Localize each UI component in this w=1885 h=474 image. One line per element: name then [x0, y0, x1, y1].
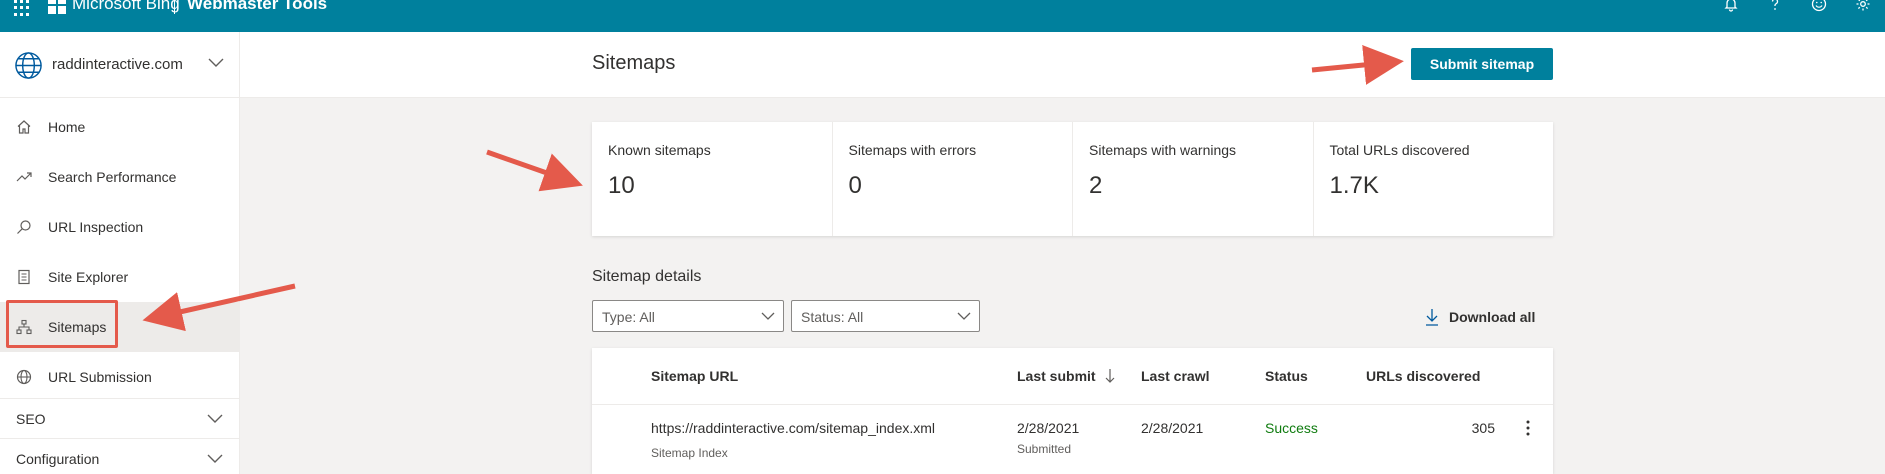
page-header [240, 32, 1885, 98]
column-header-last-submit[interactable]: Last submit [1017, 368, 1115, 384]
download-all-label: Download all [1449, 309, 1536, 325]
sidebar-item-label: Home [48, 119, 86, 135]
stat-total-urls-discovered: Total URLs discovered 1.7K [1314, 122, 1554, 236]
column-header-sitemap-url[interactable]: Sitemap URL [651, 368, 738, 384]
globe-icon [15, 368, 33, 386]
status-filter-dropdown[interactable]: Status: All [791, 300, 980, 332]
dropdown-value: Type: All [602, 309, 655, 325]
stat-label: Sitemaps with errors [848, 142, 977, 158]
sidebar-group-label: Configuration [16, 450, 100, 467]
gear-icon[interactable] [1841, 0, 1885, 14]
stats-panel: Known sitemaps 10 Sitemaps with errors 0… [592, 122, 1553, 236]
sitemap-url-link[interactable]: https://raddinteractive.com/sitemap_inde… [651, 420, 935, 436]
smiley-icon[interactable] [1797, 0, 1841, 14]
sidebar-group-configuration[interactable]: Configuration [0, 438, 240, 474]
section-title: Sitemap details [592, 268, 702, 285]
chevron-down-icon [207, 454, 223, 463]
sidebar-group-seo[interactable]: SEO [0, 398, 240, 438]
annotation-highlight-box [6, 300, 118, 348]
download-all-button[interactable]: Download all [1425, 308, 1535, 326]
submit-note: Submitted [1017, 442, 1072, 456]
microsoft-logo-icon [48, 0, 66, 14]
search-icon [15, 218, 33, 236]
more-options-icon[interactable] [1526, 420, 1530, 436]
help-icon[interactable] [1753, 0, 1797, 14]
brand-name[interactable]: Microsoft Bing [72, 0, 180, 14]
submit-sitemap-button[interactable]: Submit sitemap [1411, 48, 1553, 80]
top-bar: Microsoft Bing Webmaster Tools [0, 0, 1885, 32]
document-icon [15, 268, 33, 286]
home-icon [15, 118, 33, 136]
stat-label: Known sitemaps [608, 142, 711, 158]
sidebar-item-search-performance[interactable]: Search Performance [0, 152, 240, 202]
sidebar-item-url-submission[interactable]: URL Submission [0, 352, 240, 402]
stat-label: Sitemaps with warnings [1089, 142, 1237, 158]
sidebar-item-home[interactable]: Home [0, 102, 240, 152]
sitemap-type: Sitemap Index [651, 446, 728, 460]
sidebar-item-site-explorer[interactable]: Site Explorer [0, 252, 240, 302]
globe-icon [15, 52, 42, 79]
chevron-down-icon[interactable] [208, 58, 224, 68]
stat-label: Total URLs discovered [1329, 142, 1470, 158]
sidebar-group-label: SEO [16, 410, 46, 427]
column-header-label: Last submit [1017, 368, 1096, 384]
stat-value: 0 [848, 172, 862, 199]
brand-divider [174, 0, 175, 14]
top-icons [1709, 0, 1885, 14]
trend-icon [15, 168, 33, 186]
chevron-down-icon [207, 414, 223, 423]
stat-known-sitemaps: Known sitemaps 10 [592, 122, 833, 236]
sitemap-table: Sitemap URL Last submit Last crawl Statu… [592, 348, 1553, 474]
app-launcher-icon[interactable] [14, 0, 30, 16]
stat-value: 10 [608, 172, 635, 199]
arrow-to-known-sitemaps [486, 149, 583, 192]
stat-value: 2 [1089, 172, 1103, 199]
sidebar-item-label: Search Performance [48, 169, 177, 185]
last-crawl-date: 2/28/2021 [1141, 420, 1204, 436]
sidebar-item-url-inspection[interactable]: URL Inspection [0, 202, 240, 252]
urls-discovered-count: 305 [1471, 420, 1495, 436]
site-name: raddinteractive.com [52, 56, 183, 73]
site-selector[interactable]: raddinteractive.com [0, 32, 240, 98]
sidebar-item-label: URL Submission [48, 369, 152, 385]
stat-sitemaps-with-warnings: Sitemaps with warnings 2 [1073, 122, 1314, 236]
bell-icon[interactable] [1709, 0, 1753, 14]
sidebar-item-label: URL Inspection [48, 219, 144, 235]
status-badge: Success [1265, 420, 1318, 436]
column-header-last-crawl[interactable]: Last crawl [1141, 368, 1209, 384]
sidebar: raddinteractive.com Home Search Performa… [0, 32, 240, 474]
table-divider [592, 404, 1553, 405]
stat-sitemaps-with-errors: Sitemaps with errors 0 [833, 122, 1073, 236]
stat-value: 1.7K [1329, 172, 1379, 199]
download-icon [1426, 309, 1438, 326]
page-title: Sitemaps [592, 52, 676, 74]
chevron-down-icon [761, 312, 775, 320]
sort-arrow-down-icon [1106, 369, 1115, 383]
column-header-urls-discovered[interactable]: URLs discovered [1366, 368, 1480, 384]
chevron-down-icon [957, 312, 971, 320]
sidebar-item-label: Site Explorer [48, 269, 129, 285]
dropdown-value: Status: All [801, 309, 864, 325]
type-filter-dropdown[interactable]: Type: All [592, 300, 784, 332]
last-submit-date: 2/28/2021 [1017, 420, 1080, 436]
product-name[interactable]: Webmaster Tools [187, 0, 327, 14]
column-header-status[interactable]: Status [1265, 368, 1308, 384]
